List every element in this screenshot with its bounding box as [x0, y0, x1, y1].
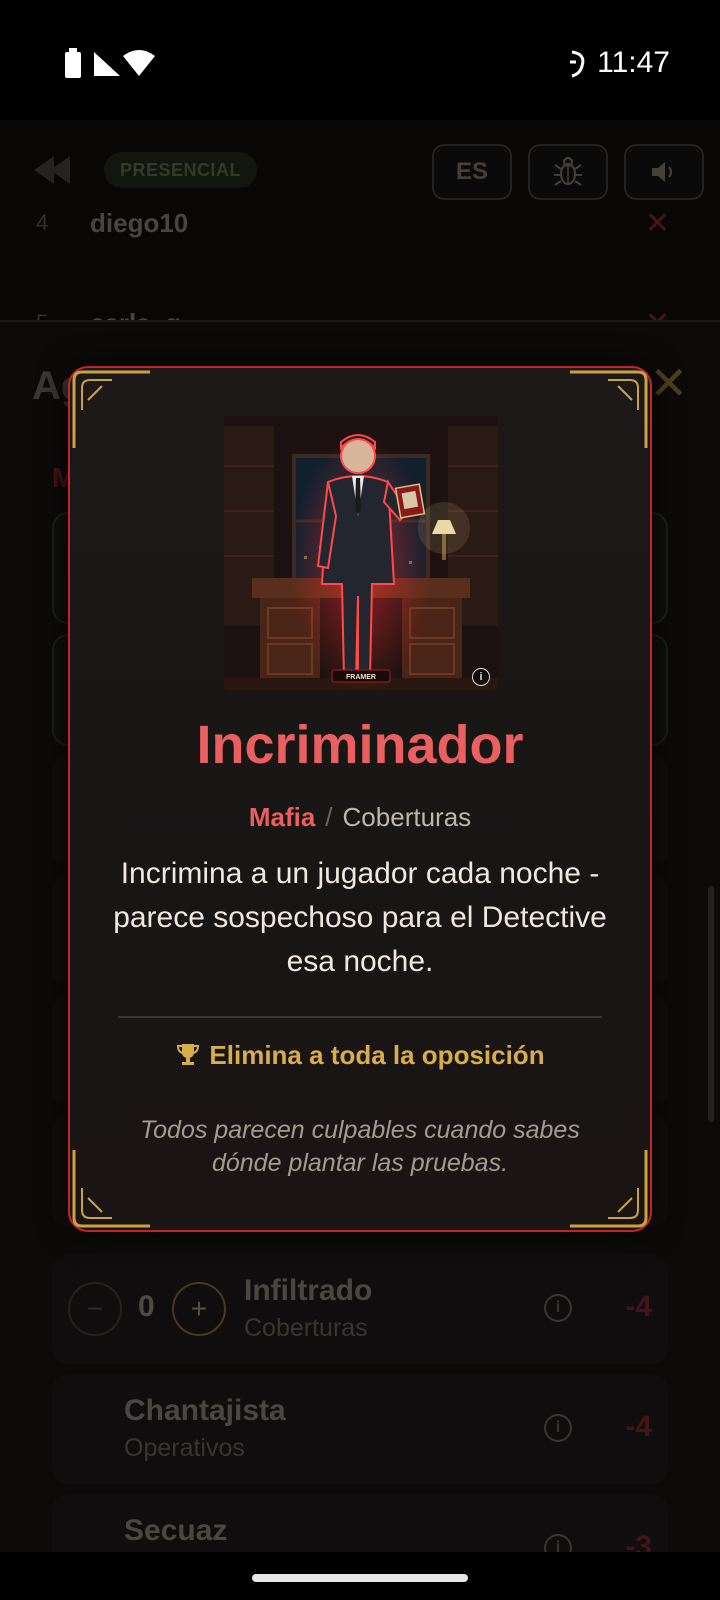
- role-count: 0: [138, 1290, 155, 1323]
- speaker-icon: [652, 162, 672, 182]
- battery-icon: [65, 48, 81, 78]
- language-button[interactable]: ES: [432, 144, 512, 200]
- role-name: Infiltrado: [244, 1274, 373, 1307]
- role-description: Incrimina a un jugador cada noche - pare…: [113, 857, 607, 978]
- divider: [118, 1016, 602, 1018]
- info-icon[interactable]: i: [544, 1294, 572, 1322]
- increment-button[interactable]: +: [172, 1282, 226, 1336]
- role-portrait: FRAMER: [224, 416, 498, 690]
- player-row: 4 diego10 ✕: [30, 196, 690, 256]
- sound-button[interactable]: [624, 144, 704, 200]
- bug-report-button[interactable]: [528, 144, 608, 200]
- framer-illustration: FRAMER: [224, 416, 498, 690]
- portrait-label: FRAMER: [346, 674, 376, 681]
- faction-label: Mafia: [248, 802, 316, 832]
- win-condition: Elimina a toda la oposición: [70, 1040, 650, 1071]
- role-category: Coberturas: [244, 1314, 368, 1342]
- alarm-icon: [570, 50, 585, 78]
- role-meta: Mafia / Coberturas: [70, 802, 650, 833]
- role-name: Chantajista: [124, 1394, 286, 1427]
- role-name: Secuaz: [124, 1514, 228, 1547]
- win-condition-text: Elimina a toda la oposición: [209, 1040, 545, 1070]
- meta-separator: /: [325, 802, 333, 832]
- info-icon[interactable]: i: [544, 1414, 572, 1442]
- scrollbar[interactable]: [708, 886, 714, 1122]
- role-category: Operativos: [124, 1434, 245, 1462]
- player-number: 4: [36, 210, 49, 235]
- clock: 11:47: [597, 46, 670, 79]
- role-detail-modal: FRAMER i Incriminador Mafia / Coberturas I…: [68, 366, 652, 1232]
- back-icon[interactable]: [30, 150, 74, 190]
- home-gesture-bar[interactable]: [252, 1574, 468, 1582]
- role-value: -4: [625, 1410, 652, 1443]
- role-title: Incriminador: [196, 715, 524, 775]
- gold-corner-ornament: [570, 370, 648, 448]
- wifi-icon: [123, 50, 155, 76]
- navigation-bar: [0, 1552, 720, 1600]
- bug-icon: [554, 157, 582, 186]
- portrait-info-icon[interactable]: i: [472, 668, 490, 686]
- flavor-quote: Todos parecen culpables cuando sabes dón…: [140, 1116, 580, 1177]
- signal-icon: [94, 52, 120, 76]
- status-bar: 11:47: [0, 0, 720, 120]
- mode-badge: PRESENCIAL: [104, 152, 258, 188]
- close-sheet-icon[interactable]: ✕: [649, 356, 688, 410]
- category-label: Coberturas: [342, 802, 472, 832]
- role-row[interactable]: − 0 + Infiltrado Coberturas i -4: [52, 1254, 668, 1364]
- role-value: -4: [625, 1290, 652, 1323]
- decrement-button[interactable]: −: [68, 1282, 122, 1336]
- role-row[interactable]: Chantajista Operativos i -4: [52, 1374, 668, 1484]
- player-name[interactable]: diego10: [90, 208, 188, 239]
- trophy-icon: [177, 1044, 200, 1065]
- remove-player-icon[interactable]: ✕: [645, 206, 670, 241]
- gold-corner-ornament: [72, 370, 150, 448]
